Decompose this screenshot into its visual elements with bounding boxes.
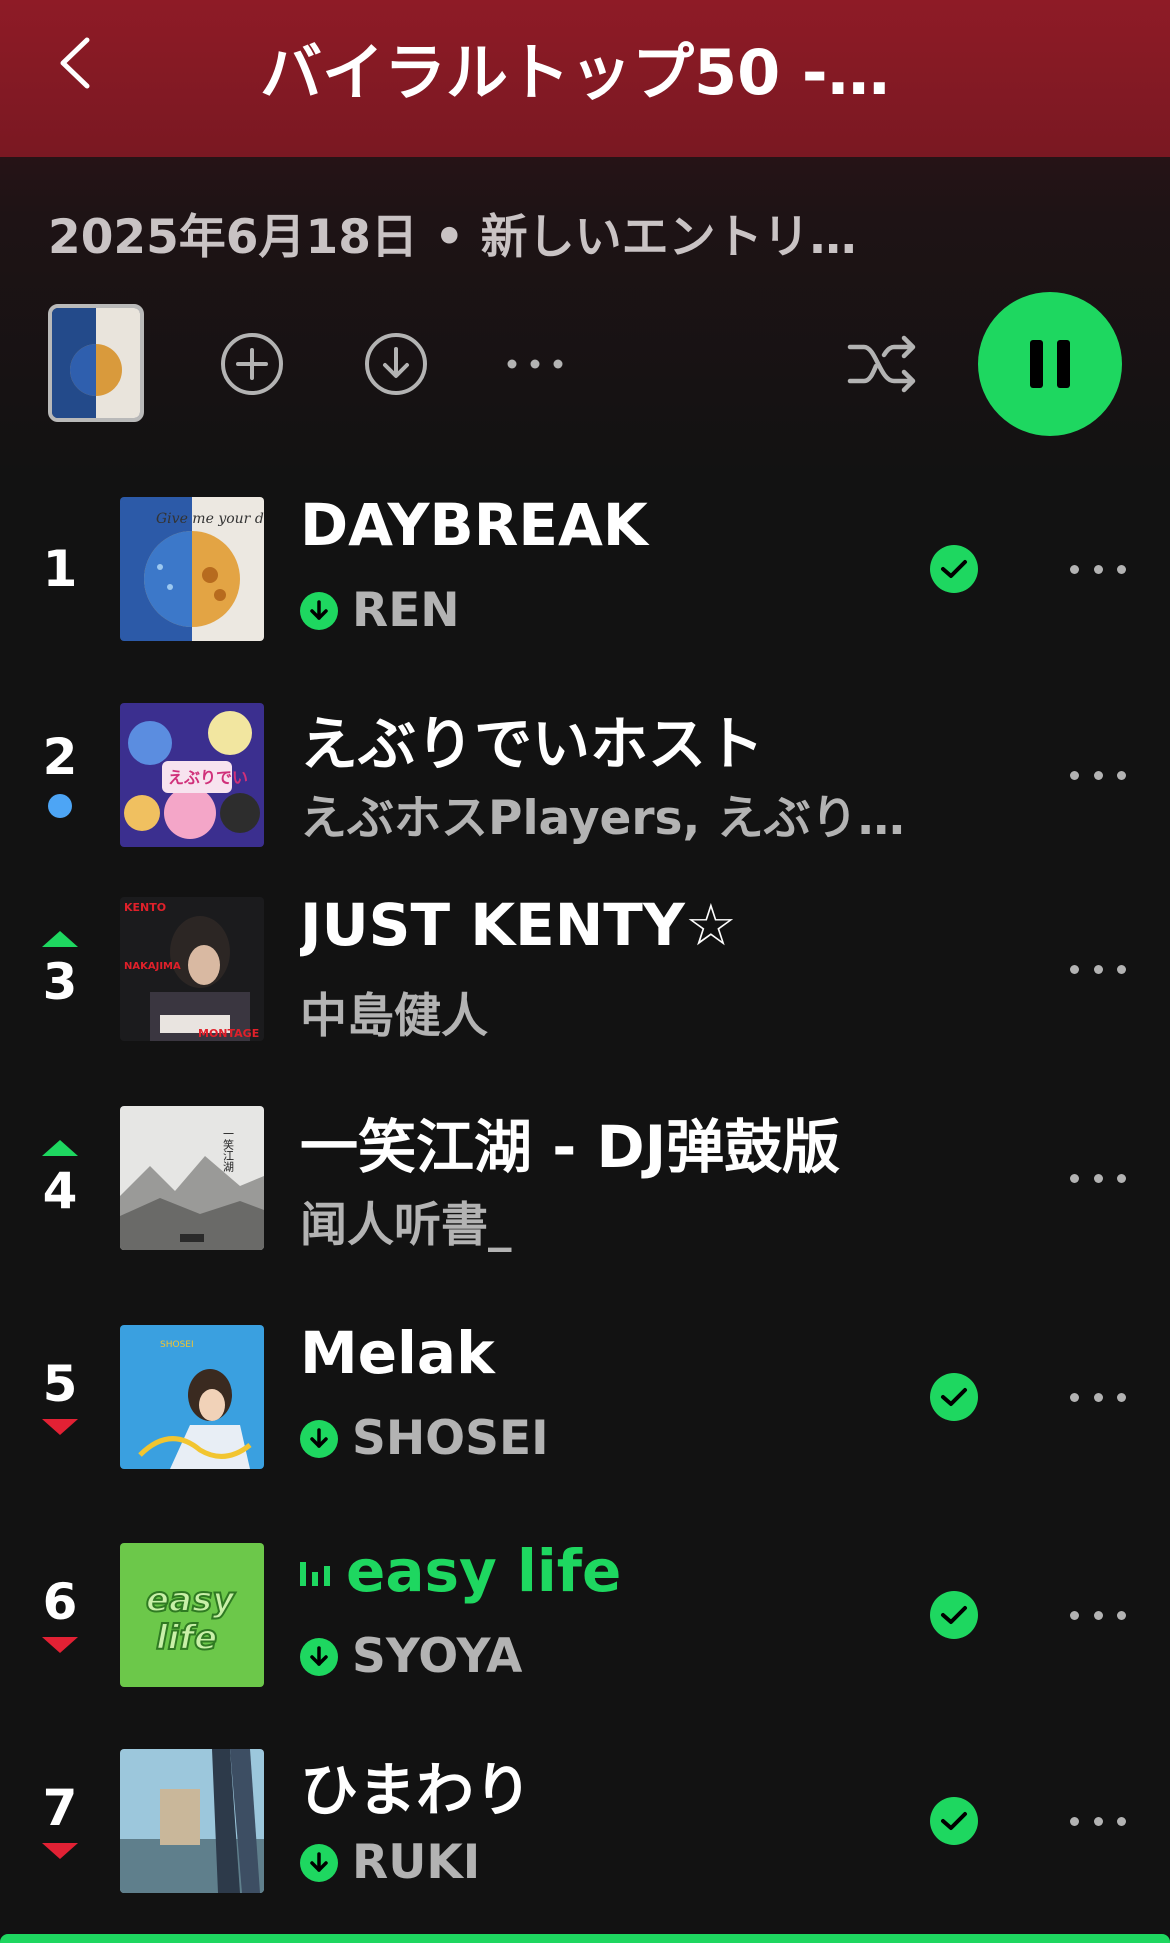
track-row[interactable]: 6 easy life easy life SYOYA [0, 1537, 1170, 1713]
album-art-text: NAKAJIMA [124, 961, 181, 972]
track-title: easy life [346, 1537, 622, 1605]
album-art [120, 1749, 264, 1893]
track-artist-name: 中島健人 [300, 989, 488, 1044]
track-artist: REN [300, 583, 980, 638]
track-artist-name: REN [352, 583, 460, 638]
track-artist: 闻人听書_ [300, 1186, 980, 1255]
add-to-library-button[interactable] [218, 330, 286, 398]
album-art-text: Give me your day [156, 511, 264, 527]
track-artist: えぶホスPlayers, えぶり… [300, 779, 980, 848]
track-artist: SYOYA [300, 1629, 980, 1684]
downloaded-icon [300, 1637, 338, 1676]
page-title: バイラルトップ50 -… [260, 36, 890, 109]
track-artist-name: SHOSEI [352, 1411, 549, 1466]
track-title-now-playing: easy life [300, 1537, 940, 1605]
track-more-button[interactable] [1070, 1164, 1126, 1192]
track-more-button[interactable] [1070, 555, 1126, 583]
add-circle-icon [221, 333, 283, 395]
svg-text:えぶりでい: えぶりでい [168, 768, 248, 787]
track-row[interactable]: 5 SHOSEI Melak SHOSEI [0, 1319, 1170, 1495]
album-art: えぶりでい [120, 703, 264, 847]
track-artist-name: えぶホスPlayers, えぶり… [300, 791, 905, 846]
album-art: 一笑江湖 [120, 1106, 264, 1250]
download-button[interactable] [362, 330, 430, 398]
track-artist-name: 闻人听書_ [300, 1198, 512, 1253]
track-more-button[interactable] [1070, 1601, 1126, 1629]
rank-number: 7 [42, 1779, 78, 1837]
chevron-left-icon [60, 37, 90, 89]
rank-number: 2 [42, 728, 78, 786]
liked-check-icon[interactable] [930, 1797, 978, 1845]
more-options-button[interactable] [505, 350, 565, 378]
top-bar: バイラルトップ50 -… [0, 0, 1170, 157]
album-art-text: 一笑江湖 [222, 1128, 235, 1173]
rank-down-icon [42, 1637, 78, 1653]
svg-text:SHOSEI: SHOSEI [160, 1340, 194, 1350]
rank-down-icon [42, 1419, 78, 1435]
track-title: 一笑江湖 - DJ弹鼓版 [300, 1113, 841, 1181]
album-art: Give me your day [120, 497, 264, 641]
downloaded-icon [300, 1843, 338, 1882]
album-art: SHOSEI [120, 1325, 264, 1469]
rank: 4 [30, 1106, 90, 1250]
downloaded-icon [300, 1419, 338, 1458]
shuffle-button[interactable] [845, 330, 921, 398]
new-entry-dot-icon [48, 794, 72, 818]
track-more-button[interactable] [1070, 1383, 1126, 1411]
playlist-subtitle: 2025年6月18日 • 新しいエントリ… [48, 210, 857, 265]
rank-up-icon [42, 931, 78, 947]
track-artist: RUKI [300, 1835, 980, 1890]
back-button[interactable] [45, 30, 105, 96]
rank: 3 [30, 897, 90, 1041]
album-art-text: MONTAGE [198, 1027, 259, 1040]
track-row[interactable]: 2 えぶりでい えぶりでいホスト えぶホスPlayers, えぶり… [0, 703, 1170, 873]
rank-number: 1 [42, 540, 78, 598]
rank: 5 [30, 1325, 90, 1469]
album-art: KENTO NAKAJIMA MONTAGE [120, 897, 264, 1041]
track-artist: SHOSEI [300, 1411, 980, 1466]
liked-check-icon[interactable] [930, 1591, 978, 1639]
track-more-button[interactable] [1070, 761, 1126, 789]
rank: 6 [30, 1543, 90, 1687]
track-title: DAYBREAK [300, 491, 648, 559]
rank: 1 [30, 497, 90, 641]
track-artist-name: SYOYA [352, 1629, 523, 1684]
track-title: えぶりでいホスト [300, 710, 765, 778]
download-icon [365, 333, 427, 395]
album-art-text: KENTO [124, 901, 166, 914]
rank-number: 6 [42, 1573, 78, 1631]
track-more-button[interactable] [1070, 1807, 1126, 1835]
liked-check-icon[interactable] [930, 1373, 978, 1421]
track-row[interactable]: 4 一笑江湖 一笑江湖 - DJ弹鼓版 闻人听書_ [0, 1106, 1170, 1276]
shuffle-icon [847, 335, 916, 393]
track-row[interactable]: 1 Give me your day DAYBREAK REN [0, 491, 1170, 667]
album-art: easy life [120, 1543, 264, 1687]
track-title: JUST KENTY☆ [300, 891, 737, 959]
svg-text:easy: easy [146, 1580, 236, 1620]
rank-number: 5 [42, 1355, 78, 1413]
rank-number: 3 [42, 953, 78, 1011]
track-more-button[interactable] [1070, 955, 1126, 983]
downloaded-icon [300, 591, 338, 630]
mini-player-edge[interactable] [0, 1934, 1170, 1943]
track-row[interactable]: 3 KENTO NAKAJIMA MONTAGE JUST KENTY☆ 中島健… [0, 891, 1170, 1067]
track-title: ひまわり [300, 1756, 533, 1824]
track-artist: 中島健人 [300, 977, 980, 1046]
now-playing-equalizer-icon [300, 1562, 330, 1586]
liked-check-icon[interactable] [930, 545, 978, 593]
track-title: Melak [300, 1319, 495, 1387]
rank-down-icon [42, 1843, 78, 1859]
svg-text:life: life [156, 1618, 217, 1658]
track-row[interactable]: 7 ひまわり RUKI [0, 1749, 1170, 1919]
rank: 2 [30, 703, 90, 847]
track-artist-name: RUKI [352, 1835, 481, 1890]
rank-number: 4 [42, 1162, 78, 1220]
playlist-cover-thumbnail[interactable] [48, 304, 144, 422]
rank-up-icon [42, 1140, 78, 1156]
playlist-controls [0, 292, 1170, 436]
rank: 7 [30, 1749, 90, 1893]
pause-button[interactable] [978, 292, 1122, 436]
pause-icon [1030, 340, 1070, 388]
more-icon [507, 359, 563, 369]
